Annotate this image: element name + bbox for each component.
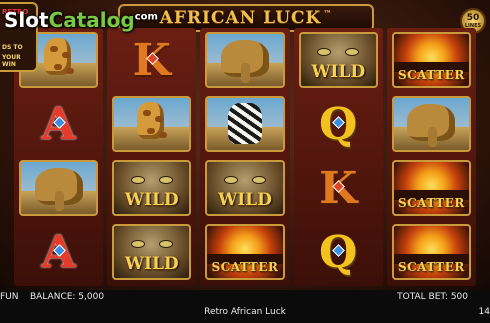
reels: AAKWILDWILDWILDSCATTERWILDQKQSCATTERSCAT… xyxy=(14,28,477,286)
wild-symbol: WILD xyxy=(112,224,192,280)
giraffe-symbol xyxy=(112,96,192,152)
reel-4-symbol-1: WILD xyxy=(297,30,380,90)
watermark-part1: Slot xyxy=(4,8,49,32)
corner-number: 14 xyxy=(478,307,490,317)
elephant-symbol xyxy=(391,96,472,152)
trademark: ™ xyxy=(323,8,333,19)
total-bet-label: TOTAL BET: 500 xyxy=(397,292,468,302)
reel-5-symbol-3: SCATTER xyxy=(390,158,473,218)
bottom-bar: FUN BALANCE: 5,000 Retro African Luck TO… xyxy=(0,290,490,323)
reel-2-symbol-3: WILD xyxy=(110,158,193,218)
reel-3-symbol-1 xyxy=(203,30,286,90)
wild-symbol: WILD xyxy=(112,160,192,216)
lion-eyes-icon xyxy=(313,48,363,60)
wild-symbol: WILD xyxy=(298,32,378,88)
reel-4-symbol-4: Q xyxy=(297,222,380,282)
elephant-symbol xyxy=(19,160,99,216)
scatter-label: SCATTER xyxy=(397,196,465,210)
lines-number: 50 xyxy=(466,12,480,23)
game-title-text: AFRICAN LUCK xyxy=(159,8,322,28)
scatter-label: SCATTER xyxy=(211,260,279,274)
reel-1-symbol-2: A xyxy=(17,94,100,154)
scatter-symbol: SCATTER xyxy=(205,224,285,280)
reel-4-symbol-2: Q xyxy=(297,94,380,154)
reel-3-symbol-4: SCATTER xyxy=(203,222,286,282)
mode-label: FUN xyxy=(0,292,19,302)
reel-4-symbol-3: K xyxy=(297,158,380,218)
wild-label: WILD xyxy=(124,254,179,274)
watermark-part3: com xyxy=(134,11,158,23)
reel-3-symbol-3: WILD xyxy=(203,158,286,218)
bonus-line-1: DS TO xyxy=(2,44,23,51)
wild-symbol: WILD xyxy=(205,160,285,216)
wild-label: WILD xyxy=(124,190,179,210)
balance-label: BALANCE: 5,000 xyxy=(30,292,105,302)
lion-eyes-icon xyxy=(127,176,177,188)
reel-2-symbol-2 xyxy=(110,94,193,154)
giraffe-icon xyxy=(43,38,74,75)
game-area: SlotCatalogcom RETRO DS TO YOUR WIN AFRI… xyxy=(0,0,490,290)
reel-5-symbol-2 xyxy=(390,94,473,154)
reel-2-symbol-1: K xyxy=(110,30,193,90)
reel-1-symbol-3 xyxy=(17,158,100,218)
elephant-symbol xyxy=(205,32,285,88)
lion-eyes-icon xyxy=(220,176,270,188)
scatter-symbol: SCATTER xyxy=(391,32,472,88)
zebra-icon xyxy=(228,103,262,144)
scatter-symbol: SCATTER xyxy=(391,160,472,216)
bonus-line-2: YOUR WIN xyxy=(2,54,21,68)
reel-5: SCATTER SCATTER SCATTER xyxy=(386,28,477,286)
watermark: SlotCatalogcom xyxy=(4,8,158,32)
reel-3: WILD SCATTER xyxy=(200,28,290,286)
game-name-label: Retro African Luck xyxy=(204,307,286,317)
lion-eyes-icon xyxy=(127,240,177,252)
watermark-part2: Catalog xyxy=(48,8,135,32)
wild-label: WILD xyxy=(218,190,272,210)
reel-3-symbol-2 xyxy=(203,94,286,154)
reel-5-symbol-4: SCATTER xyxy=(390,222,473,282)
reel-2-symbol-4: WILD xyxy=(110,222,193,282)
wild-label: WILD xyxy=(311,62,366,82)
reel-1-symbol-4: A xyxy=(17,222,100,282)
reel-4: WILD QKQ xyxy=(293,28,383,286)
scatter-label: SCATTER xyxy=(397,260,465,274)
scatter-symbol: SCATTER xyxy=(391,224,472,280)
zebra-symbol xyxy=(205,96,285,152)
scatter-label: SCATTER xyxy=(397,68,465,82)
reel-2: K WILD WILD xyxy=(107,28,197,286)
reel-5-symbol-1: SCATTER xyxy=(390,30,473,90)
game-title: AFRICAN LUCK ™ xyxy=(160,8,333,28)
giraffe-icon xyxy=(136,102,167,139)
